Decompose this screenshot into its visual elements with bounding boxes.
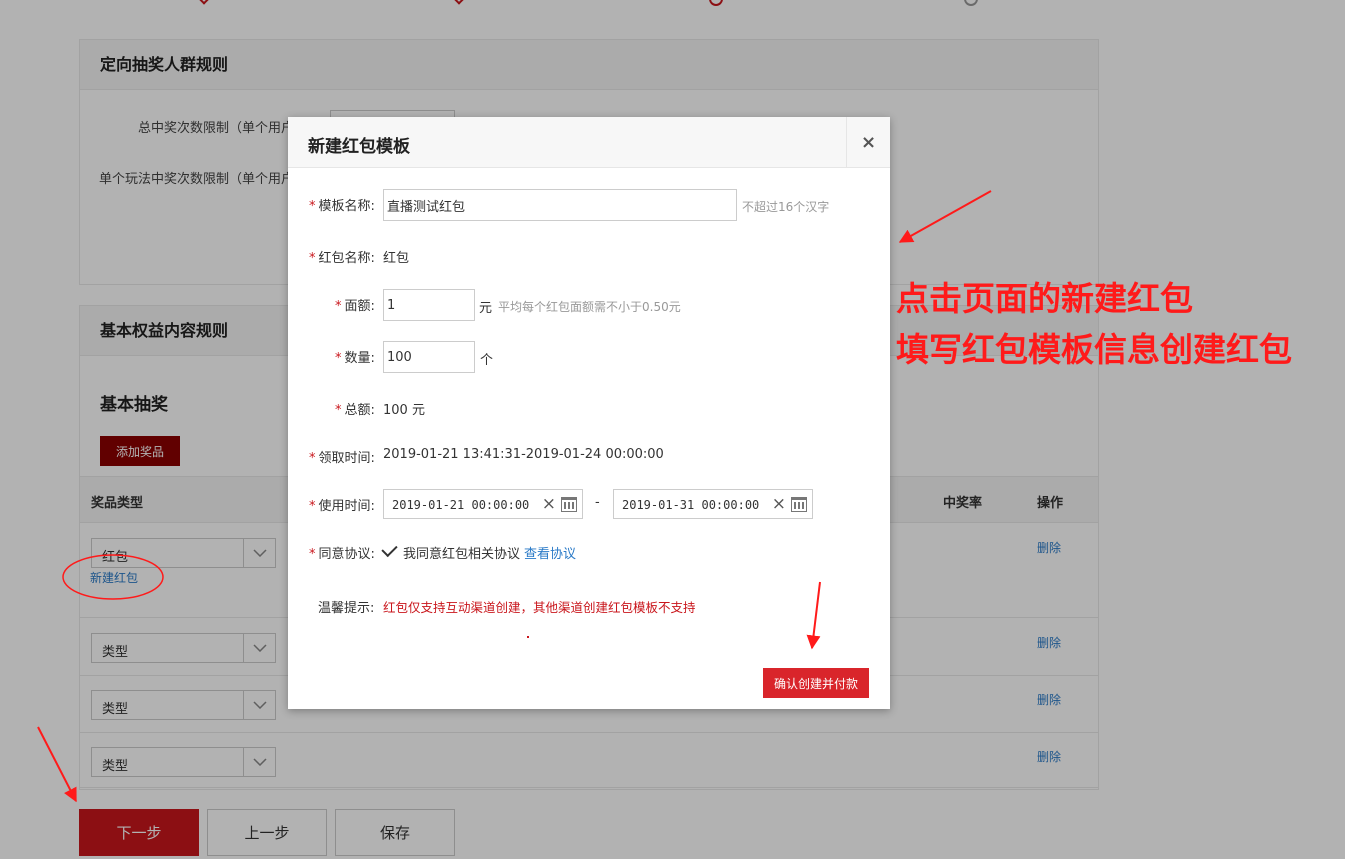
agreement-checkbox[interactable] (381, 540, 398, 558)
annotation-line-2: 填写红包模板信息创建红包 (896, 330, 1292, 369)
date-separator: - (595, 495, 600, 510)
template-name-input[interactable]: 直播测试红包 (383, 189, 737, 221)
close-icon[interactable]: × (846, 117, 890, 168)
use-time-end-picker[interactable]: 2019-01-31 00:00:00 × (613, 489, 813, 519)
notice-label: 温馨提示: (318, 601, 375, 616)
denomination-label: * 面额: (335, 299, 375, 314)
use-time-start-picker[interactable]: 2019-01-21 00:00:00 × (383, 489, 583, 519)
claim-time-value: 2019-01-21 13:41:31-2019-01-24 00:00:00 (383, 447, 664, 462)
dialog-header: 新建红包模板 × (288, 117, 890, 168)
agreement-text: 我同意红包相关协议 (403, 547, 521, 562)
denomination-unit: 元 (479, 301, 493, 316)
agreement-label: * 同意协议: (309, 547, 375, 562)
total-value: 100 元 (383, 403, 425, 418)
clear-icon[interactable]: × (772, 494, 786, 514)
view-agreement-link[interactable]: 查看协议 (524, 543, 576, 562)
use-time-label: * 使用时间: (309, 499, 375, 514)
total-label: * 总额: (335, 403, 375, 418)
new-red-packet-template-dialog: 新建红包模板 × * 模板名称: 直播测试红包 不超过16个汉字 * 红包名称: 红… (288, 117, 890, 709)
packet-name-value: 红包 (383, 251, 410, 266)
quantity-label: * 数量: (335, 351, 375, 366)
denomination-hint: 平均每个红包面额需不小于0.50元 (498, 300, 681, 314)
denomination-input[interactable]: 1 (383, 289, 475, 321)
quantity-unit: 个 (480, 353, 494, 368)
template-name-hint: 不超过16个汉字 (742, 200, 830, 214)
clear-icon[interactable]: × (542, 494, 556, 514)
template-name-label: * 模板名称: (309, 199, 375, 214)
quantity-input[interactable]: 100 (383, 341, 475, 373)
calendar-icon[interactable] (561, 497, 577, 512)
calendar-icon[interactable] (791, 497, 807, 512)
confirm-create-pay-button[interactable]: 确认创建并付款 (763, 668, 869, 698)
date-value: 2019-01-31 00:00:00 (622, 498, 760, 512)
stray-dot (527, 636, 529, 638)
date-value: 2019-01-21 00:00:00 (392, 498, 530, 512)
dialog-title: 新建红包模板 (308, 137, 410, 157)
claim-time-label: * 领取时间: (309, 451, 375, 466)
notice-text: 红包仅支持互动渠道创建，其他渠道创建红包模板不支持 (383, 600, 696, 615)
annotation-line-1: 点击页面的新建红包 (896, 279, 1193, 318)
packet-name-label: * 红包名称: (309, 251, 375, 266)
